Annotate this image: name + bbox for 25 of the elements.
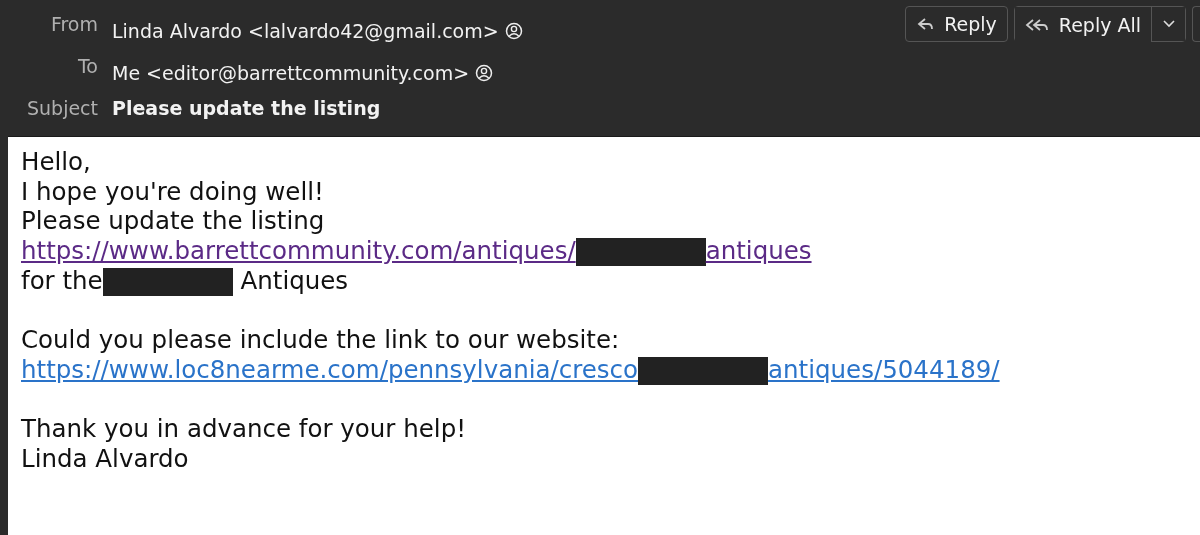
link[interactable]: https://www.loc8nearme.com/pennsylvania/cresco bbox=[21, 354, 639, 384]
contact-icon[interactable] bbox=[475, 64, 494, 82]
body-text: Hello, bbox=[21, 147, 91, 176]
field-label: Subject bbox=[25, 96, 98, 121]
body-text: Please update the listing bbox=[21, 206, 325, 235]
dropdown-button[interactable] bbox=[1151, 7, 1185, 41]
reply-all-icon bbox=[1024, 16, 1051, 34]
link[interactable]: antiques/5044189/ bbox=[768, 354, 1000, 384]
body-text: I hope you're doing well! bbox=[21, 176, 324, 206]
subject-text: Please update the listing bbox=[112, 96, 381, 121]
reply-all-button[interactable]: Reply All bbox=[1014, 7, 1151, 43]
body-text: Could you please include the link to our website: bbox=[21, 325, 620, 354]
body-text: Antiques bbox=[240, 265, 349, 295]
link[interactable]: antiques bbox=[705, 235, 812, 265]
link[interactable]: https://www.barrettcommunity.com/antiques/ bbox=[21, 235, 576, 265]
chevron-down-icon bbox=[1161, 19, 1176, 29]
body-text: for the bbox=[21, 265, 103, 295]
body-text: Thank you in advance for your help! bbox=[21, 414, 466, 443]
address-text: Linda Alvardo <lalvardo42@gmail.com> bbox=[112, 19, 499, 44]
field-label: To bbox=[77, 54, 98, 79]
contact-icon[interactable] bbox=[504, 22, 523, 40]
reply-button[interactable]: Reply bbox=[905, 6, 1008, 42]
field-label: From bbox=[49, 12, 98, 37]
address-text: Me <editor@barrettcommunity.com> bbox=[112, 61, 470, 86]
body-text: Linda Alvardo bbox=[21, 443, 189, 473]
